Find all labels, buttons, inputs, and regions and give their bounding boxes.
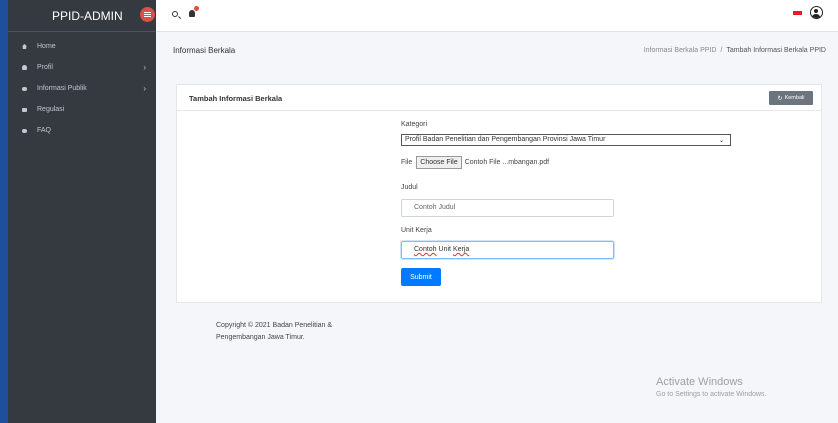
- breadcrumb-current: Tambah Informasi Berkala PPID: [726, 47, 826, 54]
- sidebar-item-informasi-publik[interactable]: Informasi Publik ›: [8, 78, 156, 99]
- submit-button[interactable]: Submit: [401, 268, 441, 286]
- notification-dot: [194, 6, 199, 11]
- back-button-label: Kembali: [784, 95, 805, 101]
- card-header: Tambah Informasi Berkala ↻ Kembali: [177, 85, 821, 111]
- unit-kerja-input[interactable]: Contoh Unit Kerja: [401, 241, 614, 259]
- sidebar-item-label: FAQ: [37, 127, 52, 134]
- page-title: Informasi Berkala: [173, 46, 236, 55]
- choose-file-button[interactable]: Choose File: [416, 156, 462, 169]
- content-header: Informasi Berkala Informasi Berkala PPID…: [156, 32, 838, 70]
- search-icon[interactable]: [172, 11, 178, 17]
- footer-copyright: Copyright © 2021 Badan Penelitian & Peng…: [216, 322, 333, 341]
- sidebar-item-label: Regulasi: [37, 106, 65, 113]
- judul-value: Contoh Judul: [414, 204, 456, 211]
- breadcrumb: Informasi Berkala PPID / Tambah Informasi …: [644, 47, 826, 54]
- watermark-subtitle: Go to Settings to activate Windows.: [656, 391, 767, 398]
- kategori-value: Profil Badan Penelitian dan Pengembangan…: [405, 136, 606, 143]
- sidebar-item-faq[interactable]: FAQ: [8, 120, 156, 141]
- breadcrumb-link[interactable]: Informasi Berkala PPID: [644, 47, 717, 54]
- unit-value-word: Kerja: [452, 246, 470, 253]
- file-field: File Choose File Contoh File ...mbangan.…: [401, 156, 731, 169]
- comments-icon: [22, 128, 27, 133]
- chevron-right-icon: ›: [143, 84, 146, 93]
- sidebar-item-home[interactable]: Home: [8, 36, 156, 57]
- sidebar-item-profil[interactable]: Profil ›: [8, 57, 156, 78]
- bell-icon[interactable]: [189, 10, 195, 17]
- watermark-title: Activate Windows: [656, 376, 743, 388]
- sidebar-item-label: Informasi Publik: [37, 85, 87, 92]
- account-icon[interactable]: [810, 6, 823, 19]
- file-label: File: [401, 159, 413, 166]
- user-icon: [22, 65, 27, 70]
- minimize-icon[interactable]: [793, 11, 802, 15]
- unit-kerja-label: Unit Kerja: [401, 227, 432, 234]
- judul-input[interactable]: Contoh Judul: [401, 199, 614, 217]
- judul-label: Judul: [401, 184, 418, 191]
- folder-icon: [22, 107, 27, 112]
- unit-value-word: Contoh: [414, 246, 437, 253]
- form: Kategori Profil Badan Penelitian dan Pen…: [401, 121, 731, 286]
- chat-icon: [22, 86, 27, 91]
- unit-value-word: Unit: [438, 246, 451, 253]
- sidebar-item-label: Home: [37, 43, 56, 50]
- topbar: [156, 0, 838, 32]
- file-name: Contoh File ...mbangan.pdf: [464, 159, 550, 166]
- chevron-right-icon: ›: [143, 63, 146, 72]
- menu-toggle-icon[interactable]: [140, 7, 155, 22]
- back-button[interactable]: ↻ Kembali: [769, 91, 813, 105]
- chevron-down-icon: ⌄: [718, 138, 724, 144]
- brand: PPID-ADMIN: [8, 0, 156, 32]
- activation-watermark: Activate Windows Go to Settings to activ…: [656, 376, 767, 398]
- breadcrumb-separator: /: [720, 47, 723, 54]
- form-card: Tambah Informasi Berkala ↻ Kembali Kateg…: [176, 84, 822, 303]
- window-frame-edge: [0, 0, 8, 423]
- card-title: Tambah Informasi Berkala: [189, 94, 283, 103]
- kategori-select[interactable]: Profil Badan Penelitian dan Pengembangan…: [401, 134, 731, 146]
- brand-title[interactable]: PPID-ADMIN: [52, 9, 123, 23]
- sidebar-item-regulasi[interactable]: Regulasi: [8, 99, 156, 120]
- sidebar-item-label: Profil: [37, 64, 53, 71]
- sidebar: PPID-ADMIN Home Profil › Informasi Publi…: [8, 0, 156, 423]
- kategori-label: Kategori: [401, 121, 428, 128]
- house-icon: [22, 44, 27, 49]
- refresh-icon: ↻: [777, 95, 783, 102]
- sidebar-nav: Home Profil › Informasi Publik › Regulas…: [8, 36, 156, 141]
